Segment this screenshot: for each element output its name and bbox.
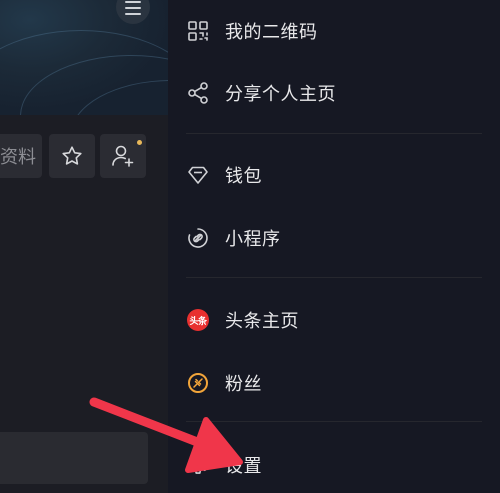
fans-icon <box>186 371 210 395</box>
divider <box>186 277 482 278</box>
profile-page-background: 资料 <box>0 0 168 493</box>
menu-item-label: 设置 <box>225 456 262 477</box>
menu-item-label: 钱包 <box>225 166 262 187</box>
menu-item-toutiao-home[interactable]: 头条 头条主页 <box>168 295 500 345</box>
favorites-button[interactable] <box>49 134 95 178</box>
menu-button[interactable] <box>116 0 150 24</box>
menu-item-mini-programs[interactable]: 小程序 <box>168 213 500 263</box>
menu-item-settings[interactable]: 设置 <box>168 440 500 490</box>
star-icon <box>62 146 82 165</box>
menu-item-label: 分享个人主页 <box>225 84 336 105</box>
menu-item-qr-code[interactable]: 我的二维码 <box>168 6 500 56</box>
diamond-wallet-icon <box>186 163 210 187</box>
menu-item-label: 我的二维码 <box>225 22 318 43</box>
divider <box>186 133 482 134</box>
side-drawer-menu: 我的二维码 分享个人主页 钱包 小程序 头条 头条主页 粉丝 设置 <box>168 0 500 493</box>
gear-icon <box>186 453 210 477</box>
profile-banner <box>0 0 168 115</box>
share-icon <box>186 81 210 105</box>
edit-profile-button[interactable]: 资料 <box>0 134 42 178</box>
menu-item-wallet[interactable]: 钱包 <box>168 150 500 200</box>
menu-item-fans[interactable]: 粉丝 <box>168 358 500 408</box>
toutiao-logo-icon: 头条 <box>186 308 210 332</box>
add-user-icon <box>112 145 134 167</box>
profile-input-bar[interactable] <box>0 432 148 484</box>
toutiao-badge-text: 头条 <box>187 309 209 331</box>
divider <box>186 421 482 422</box>
menu-item-label: 小程序 <box>225 229 281 250</box>
link-mini-program-icon <box>186 226 210 250</box>
menu-item-share-profile[interactable]: 分享个人主页 <box>168 68 500 118</box>
notification-dot <box>137 140 142 145</box>
menu-item-label: 粉丝 <box>225 374 262 395</box>
qr-code-icon <box>186 19 210 43</box>
edit-profile-label: 资料 <box>0 147 36 168</box>
menu-item-label: 头条主页 <box>225 311 299 332</box>
